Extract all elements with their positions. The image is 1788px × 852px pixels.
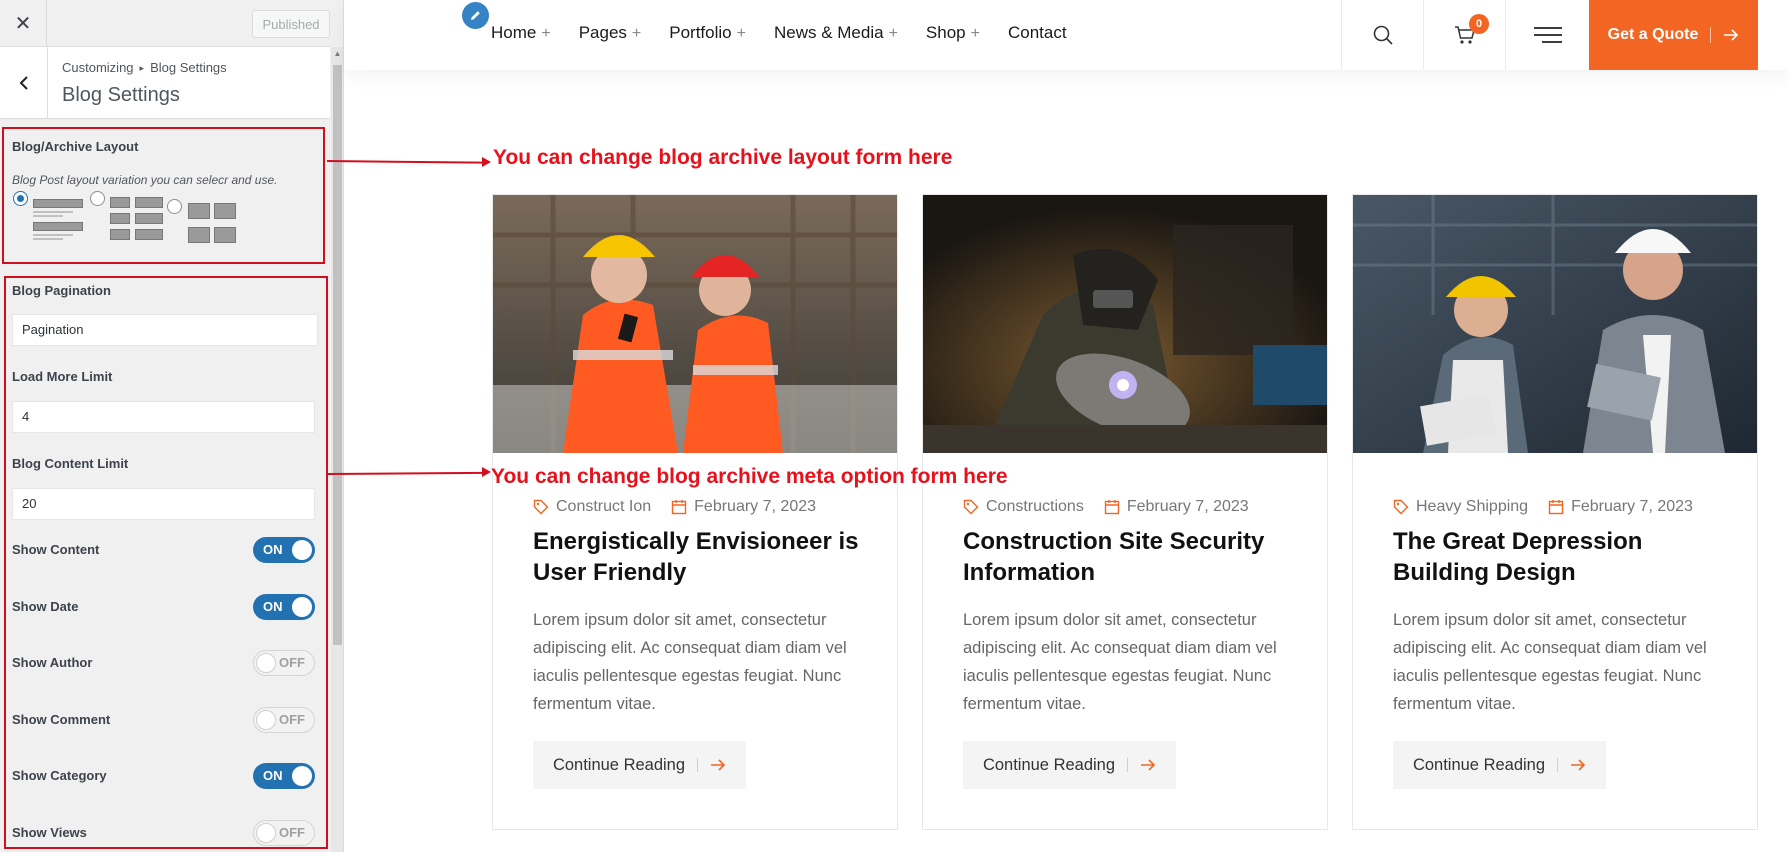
highlight-layout-box: [2, 127, 325, 264]
blog-card: Constructions February 7, 2023 Construct…: [922, 194, 1328, 830]
post-meta: Heavy Shipping February 7, 2023: [1393, 498, 1693, 516]
edit-shortcut-button[interactable]: [462, 2, 489, 29]
breadcrumb-item: Customizing: [62, 60, 134, 75]
plus-icon: +: [541, 25, 551, 42]
breadcrumb-separator-icon: ▸: [139, 63, 145, 73]
read-label: Continue Reading: [552, 755, 686, 774]
nav-label: News & Media: [773, 23, 884, 42]
search-button[interactable]: [1341, 0, 1423, 70]
plus-icon: +: [631, 25, 642, 42]
breadcrumb: Customizing ▸ Blog Settings: [62, 60, 227, 75]
plus-icon: +: [888, 25, 898, 42]
post-excerpt: Lorem ipsum dolor sit amet, consectetur …: [533, 611, 847, 713]
annotation-layout-note: You can change blog archive layout form …: [493, 146, 953, 169]
cart-count-badge: 0: [1469, 14, 1489, 34]
continue-reading-button[interactable]: Continue Reading: [963, 741, 1176, 789]
post-excerpt: Lorem ipsum dolor sit amet, consectetur …: [1393, 611, 1707, 713]
hamburger-icon: [1533, 27, 1562, 43]
post-meta: Constructions February 7, 2023: [963, 498, 1249, 516]
scrollbar-thumb[interactable]: [333, 65, 342, 645]
screen: ✕ Published Customizing ▸ Blog Settings Bl…: [0, 0, 1788, 852]
post-image-graphic: [1353, 195, 1757, 453]
arrow-right-icon: [1141, 759, 1156, 771]
sidebar-scrollbar[interactable]: ▲: [331, 47, 343, 852]
nav-item-shop[interactable]: Shop +: [926, 23, 980, 43]
continue-reading-button[interactable]: Continue Reading: [1393, 741, 1606, 789]
annotation-arrow-head-icon: [482, 467, 491, 477]
nav-label: Pages: [578, 23, 627, 42]
tag-icon: [533, 499, 549, 515]
post-title[interactable]: The Great Depression Building Design: [1393, 526, 1723, 588]
breadcrumb-item: Blog Settings: [150, 60, 227, 75]
section-header: Customizing ▸ Blog Settings Blog Settings: [0, 47, 330, 119]
quote-label: Get a Quote: [1607, 26, 1699, 43]
post-title[interactable]: Construction Site Security Information: [963, 526, 1293, 588]
nav-label: Shop: [925, 23, 966, 42]
calendar-icon: [671, 500, 687, 515]
post-category[interactable]: Construct Ion: [556, 498, 651, 516]
nav-item-pages[interactable]: Pages +: [579, 23, 642, 43]
arrow-right-icon: [1724, 29, 1739, 41]
post-meta: Construct Ion February 7, 2023: [533, 498, 816, 516]
post-category[interactable]: Heavy Shipping: [1416, 498, 1528, 516]
back-button[interactable]: [0, 47, 48, 119]
post-image-graphic: [923, 195, 1327, 453]
cart-button[interactable]: [1423, 0, 1505, 70]
blog-card: Construct Ion February 7, 2023 Energisti…: [492, 194, 898, 830]
plus-icon: +: [736, 25, 746, 42]
menu-button[interactable]: [1505, 0, 1589, 70]
get-quote-button[interactable]: Get a Quote: [1589, 0, 1758, 70]
post-image-graphic: [493, 195, 897, 453]
scroll-up-icon[interactable]: ▲: [333, 49, 342, 59]
search-icon: [1373, 25, 1393, 45]
published-button[interactable]: Published: [252, 10, 330, 38]
annotation-arrow-line: [327, 471, 484, 475]
read-label: Continue Reading: [1412, 755, 1546, 774]
annotation-arrow-line: [326, 160, 484, 164]
post-title[interactable]: Energistically Envisioneer is User Frien…: [533, 526, 863, 588]
read-label: Continue Reading: [982, 755, 1116, 774]
nav-label: Home: [491, 23, 537, 42]
tag-icon: [963, 499, 979, 515]
annotation-arrow-head-icon: [482, 157, 491, 167]
nav-item-news-media[interactable]: News & Media +: [774, 23, 898, 43]
nav-item-home[interactable]: Home +: [491, 23, 551, 43]
customizer-top-bar: ✕ Published: [0, 0, 330, 47]
tag-icon: [1393, 499, 1409, 515]
main-nav: Home + Pages + Portfolio + News & Media + Sh…: [491, 23, 1095, 43]
post-image[interactable]: [493, 195, 897, 453]
calendar-icon: [1548, 500, 1564, 515]
blog-card: Heavy Shipping February 7, 2023 The Grea…: [1352, 194, 1758, 830]
arrow-right-icon: [711, 759, 726, 771]
plus-icon: +: [970, 25, 980, 42]
post-date[interactable]: February 7, 2023: [1127, 498, 1249, 516]
calendar-icon: [1104, 500, 1120, 515]
arrow-right-icon: [1571, 759, 1586, 771]
pencil-icon: [471, 11, 480, 20]
highlight-meta-box: [4, 276, 328, 849]
nav-label: Contact: [1007, 23, 1067, 42]
post-category[interactable]: Constructions: [986, 498, 1084, 516]
nav-label: Portfolio: [669, 23, 732, 42]
post-image[interactable]: [923, 195, 1327, 453]
post-date[interactable]: February 7, 2023: [694, 498, 816, 516]
customizer-sidebar: ✕ Published Customizing ▸ Blog Settings Bl…: [0, 0, 344, 852]
nav-item-portfolio[interactable]: Portfolio +: [669, 23, 746, 43]
section-title: Blog Settings: [62, 84, 180, 106]
chevron-left-icon: [19, 76, 28, 90]
post-image[interactable]: [1353, 195, 1757, 453]
continue-reading-button[interactable]: Continue Reading: [533, 741, 746, 789]
post-excerpt: Lorem ipsum dolor sit amet, consectetur …: [963, 611, 1277, 713]
post-date[interactable]: February 7, 2023: [1571, 498, 1693, 516]
annotation-meta-note: You can change blog archive meta option …: [491, 465, 1008, 488]
nav-item-contact[interactable]: Contact: [1008, 23, 1067, 43]
close-icon[interactable]: ✕: [0, 0, 47, 47]
